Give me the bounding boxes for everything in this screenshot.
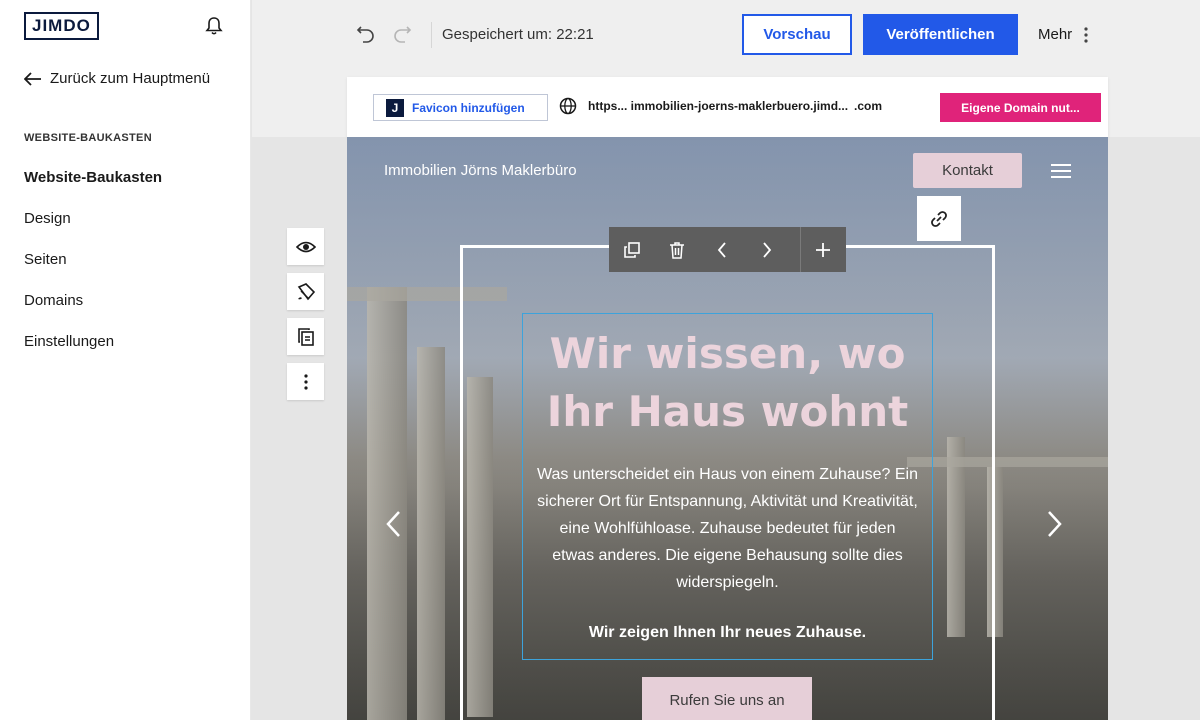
- add-block-button[interactable]: [800, 227, 845, 272]
- back-to-main-menu[interactable]: Zurück zum Hauptmenü: [24, 70, 210, 87]
- favicon-preview: J: [386, 98, 404, 117]
- hero-section: Immobilien Jörns Maklerbüro Kontakt Wir …: [347, 137, 1108, 720]
- sidebar: JIMDO Zurück zum Hauptmenü WEBSITE-BAUKA…: [0, 0, 251, 720]
- contact-button[interactable]: Kontakt: [913, 153, 1022, 188]
- globe-icon: [559, 97, 577, 115]
- hero-text[interactable]: Was unterscheidet ein Haus von einem Zuh…: [537, 461, 918, 596]
- brush-icon: [297, 282, 315, 300]
- duplicate-icon: [623, 241, 640, 258]
- more-vertical-icon: [303, 373, 308, 390]
- url-text: https... immobilien-joerns-maklerbuero.j…: [588, 99, 849, 113]
- more-vertical-icon: [1084, 26, 1088, 43]
- url-tld: .com: [854, 99, 883, 113]
- back-label: Zurück zum Hauptmenü: [50, 70, 211, 87]
- duplicate-block-button[interactable]: [609, 227, 654, 272]
- eye-icon: [295, 241, 316, 252]
- section-style-button[interactable]: [287, 273, 324, 310]
- hero-subline[interactable]: Wir zeigen Ihnen Ihr neues Zuhause.: [522, 624, 933, 642]
- redo-icon[interactable]: [392, 25, 412, 45]
- chevron-left-icon[interactable]: [385, 510, 401, 538]
- section-tools: [287, 228, 324, 408]
- sidebar-item-design[interactable]: Design: [24, 207, 162, 248]
- add-favicon-label: Favicon hinzufügen: [412, 100, 525, 115]
- chevron-right-icon[interactable]: [1047, 510, 1063, 538]
- site-name[interactable]: Immobilien Jörns Maklerbüro: [384, 162, 577, 179]
- section-more-button[interactable]: [287, 363, 324, 400]
- hero-title[interactable]: Wir wissen, wo Ihr Haus wohnt: [522, 325, 933, 441]
- edit-link-button[interactable]: [917, 196, 961, 241]
- preview-button[interactable]: Vorschau: [742, 14, 852, 55]
- undo-icon[interactable]: [356, 25, 376, 45]
- background-pillar: [367, 287, 407, 720]
- more-label: Mehr: [1038, 26, 1073, 43]
- section-label: WEBSITE-BAUKASTEN: [24, 132, 152, 144]
- toolbar-divider: [431, 22, 432, 48]
- sidebar-nav: Website-Baukasten Design Seiten Domains …: [24, 166, 162, 371]
- own-domain-button[interactable]: Eigene Domain nut...: [940, 93, 1101, 122]
- bell-icon[interactable]: [205, 16, 223, 36]
- link-icon: [931, 210, 947, 227]
- visibility-button[interactable]: [287, 228, 324, 265]
- block-toolbar: [609, 227, 846, 272]
- publish-button[interactable]: Veröffentlichen: [863, 14, 1018, 55]
- add-favicon-button[interactable]: J Favicon hinzufügen: [373, 94, 548, 121]
- previous-layout-button[interactable]: [699, 227, 744, 272]
- next-layout-button[interactable]: [744, 227, 789, 272]
- copy-section-button[interactable]: [287, 318, 324, 355]
- sidebar-item-einstellungen[interactable]: Einstellungen: [24, 330, 162, 371]
- arrow-left-icon: [24, 71, 41, 86]
- jimdo-logo[interactable]: JIMDO: [24, 12, 99, 40]
- call-us-button[interactable]: Rufen Sie uns an: [642, 677, 812, 720]
- more-menu-button[interactable]: Mehr: [1038, 26, 1088, 43]
- saved-status: Gespeichert um: 22:21: [442, 26, 594, 43]
- site-url[interactable]: https... immobilien-joerns-maklerbuero.j…: [588, 99, 882, 113]
- chevron-left-icon: [717, 241, 726, 258]
- background-pillar: [417, 347, 445, 720]
- plus-icon: [816, 242, 830, 257]
- copy-page-icon: [297, 327, 314, 346]
- menu-icon[interactable]: [1051, 163, 1071, 179]
- sidebar-item-seiten[interactable]: Seiten: [24, 248, 162, 289]
- site-frame-bar: J Favicon hinzufügen https... immobilien…: [347, 77, 1108, 137]
- trash-icon: [669, 241, 684, 259]
- sidebar-item-website-baukasten[interactable]: Website-Baukasten: [24, 166, 162, 207]
- chevron-right-icon: [762, 241, 771, 258]
- delete-block-button[interactable]: [654, 227, 699, 272]
- sidebar-item-domains[interactable]: Domains: [24, 289, 162, 330]
